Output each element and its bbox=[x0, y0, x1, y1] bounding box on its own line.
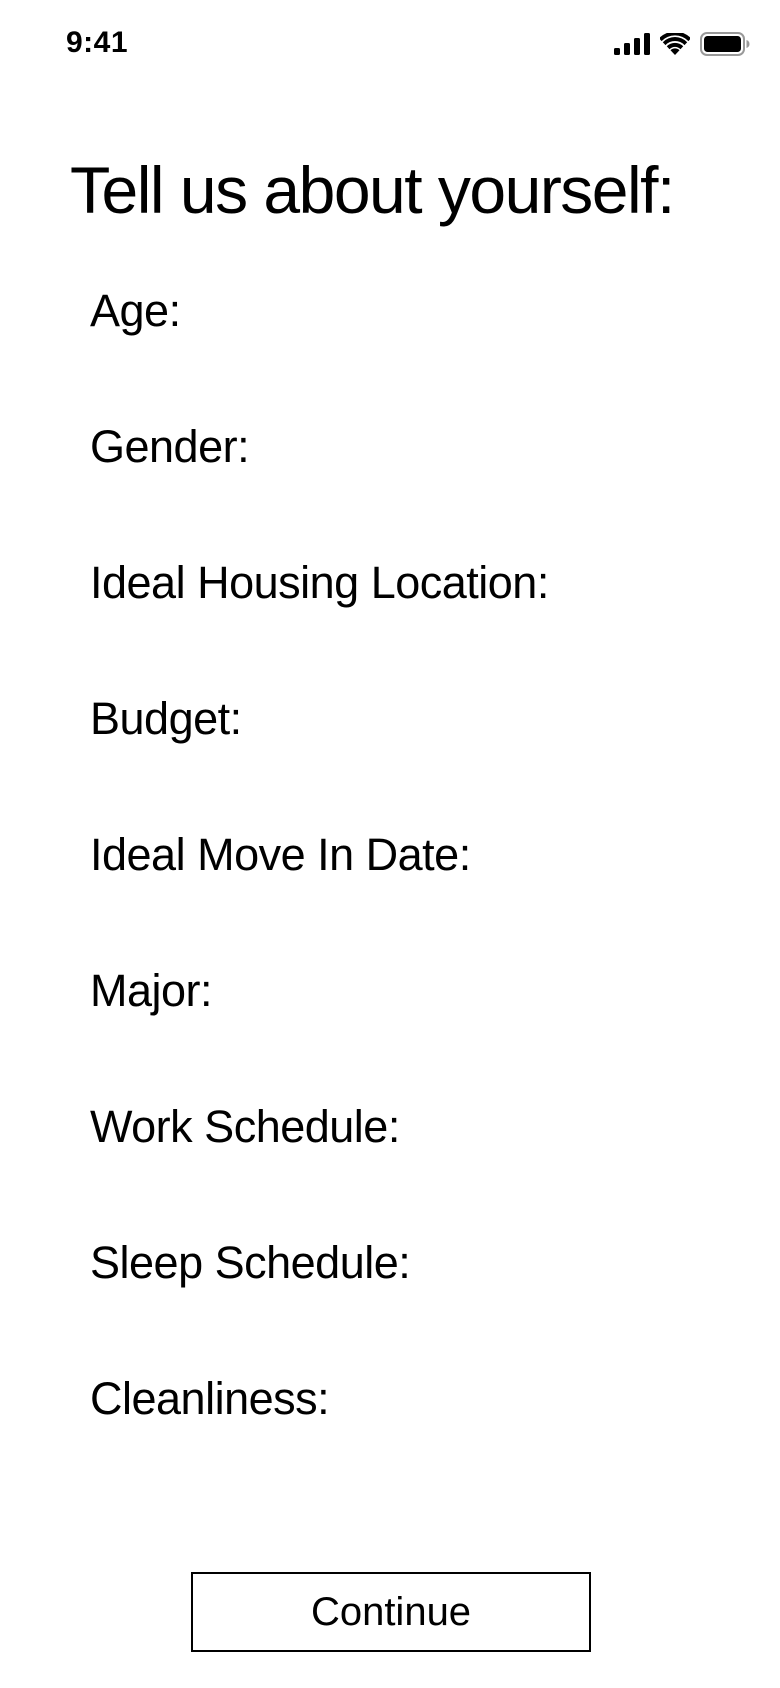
field-work-schedule[interactable]: Work Schedule: bbox=[90, 1099, 549, 1235]
field-cleanliness[interactable]: Cleanliness: bbox=[90, 1371, 549, 1507]
wifi-icon bbox=[659, 31, 691, 60]
field-major[interactable]: Major: bbox=[90, 963, 549, 1099]
field-age[interactable]: Age: bbox=[90, 283, 549, 419]
field-label: Ideal Housing Location: bbox=[90, 557, 549, 608]
field-label: Budget: bbox=[90, 693, 242, 744]
field-label: Gender: bbox=[90, 421, 250, 472]
field-label: Sleep Schedule: bbox=[90, 1237, 411, 1288]
field-ideal-move-in-date[interactable]: Ideal Move In Date: bbox=[90, 827, 549, 963]
field-gender[interactable]: Gender: bbox=[90, 419, 549, 555]
field-budget[interactable]: Budget: bbox=[90, 691, 549, 827]
field-label: Ideal Move In Date: bbox=[90, 829, 471, 880]
cellular-signal-icon bbox=[614, 33, 650, 60]
profile-field-list: Age: Gender: Ideal Housing Location: Bud… bbox=[90, 283, 549, 1507]
field-label: Cleanliness: bbox=[90, 1373, 330, 1424]
field-ideal-housing-location[interactable]: Ideal Housing Location: bbox=[90, 555, 549, 691]
status-time: 9:41 bbox=[66, 26, 129, 59]
field-label: Age: bbox=[90, 285, 181, 336]
field-label: Major: bbox=[90, 965, 213, 1016]
continue-button[interactable]: Continue bbox=[191, 1572, 591, 1652]
field-sleep-schedule[interactable]: Sleep Schedule: bbox=[90, 1235, 549, 1371]
status-icons bbox=[614, 31, 750, 61]
page-title: Tell us about yourself: bbox=[70, 153, 675, 227]
battery-icon bbox=[700, 32, 750, 61]
status-bar: 9:41 bbox=[0, 0, 780, 92]
field-label: Work Schedule: bbox=[90, 1101, 400, 1152]
